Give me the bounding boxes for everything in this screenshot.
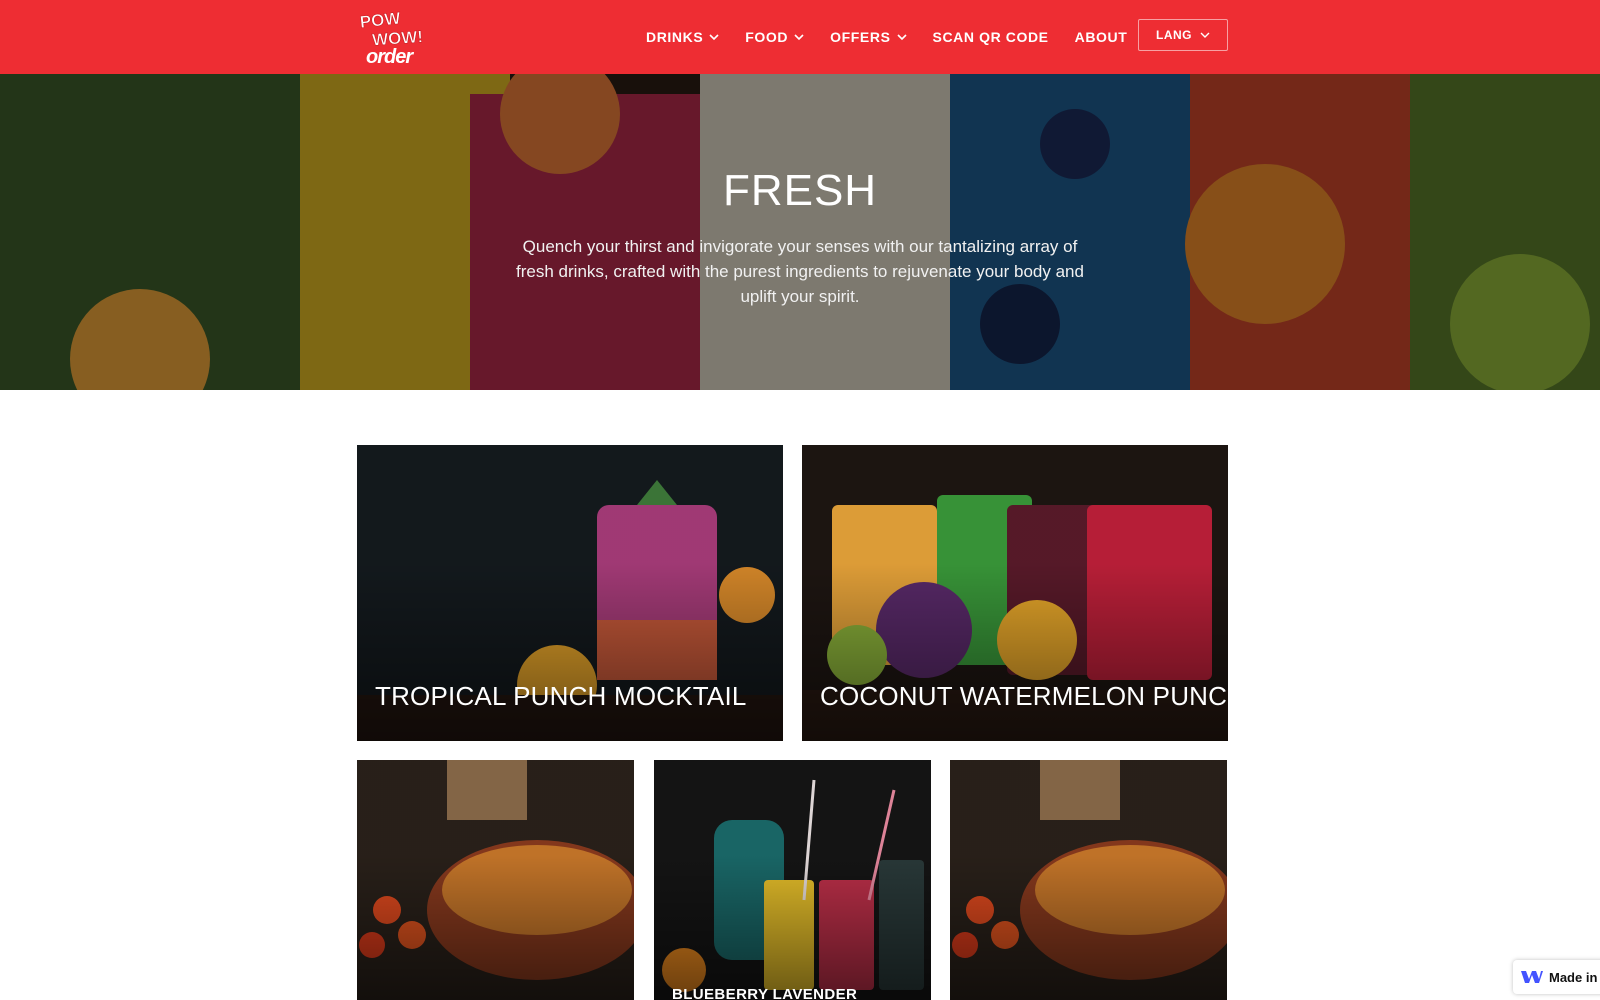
card-shade: [950, 760, 1227, 1000]
nav-scan-qr-code-label: SCAN QR CODE: [932, 29, 1049, 45]
top-navbar: POW WOW! order DRINKS FOOD OFFERS SCAN Q…: [0, 0, 1600, 74]
logo-word: order: [366, 46, 413, 68]
hero-banner: FRESH Quench your thirst and invigorate …: [0, 74, 1600, 390]
brand-logo[interactable]: POW WOW! order: [358, 8, 436, 68]
made-in-webflow-badge[interactable]: Made in: [1513, 960, 1600, 994]
hero-overlay: [0, 74, 1600, 390]
nav-drinks-label: DRINKS: [646, 29, 704, 45]
product-card-tropical-punch-mocktail[interactable]: TROPICAL PUNCH MOCKTAIL: [357, 445, 783, 741]
chevron-down-icon: [794, 32, 804, 42]
nav-drinks[interactable]: DRINKS: [646, 29, 719, 45]
chevron-down-icon: [1200, 30, 1210, 40]
product-card-coconut-watermelon-punch[interactable]: COCONUT WATERMELON PUNCH: [802, 445, 1228, 741]
card-shade: [357, 760, 634, 1000]
nav-food[interactable]: FOOD: [745, 29, 804, 45]
card-title: BLUEBERRY LAVENDER: [672, 986, 858, 1000]
nav-food-label: FOOD: [745, 29, 789, 45]
card-shade: [654, 760, 931, 1000]
chevron-down-icon: [896, 32, 907, 42]
nav-scan-qr-code[interactable]: SCAN QR CODE: [933, 29, 1049, 45]
hero-description: Quench your thirst and invigorate your s…: [516, 237, 1084, 306]
hero-title: FRESH: [722, 166, 878, 215]
nav-offers-label: OFFERS: [830, 29, 891, 45]
nav-about[interactable]: ABOUT: [1075, 29, 1128, 45]
card-title: TROPICAL PUNCH MOCKTAIL: [375, 681, 747, 711]
webflow-icon: [1521, 969, 1543, 985]
language-selector[interactable]: LANG: [1138, 19, 1228, 51]
badge-label: Made in: [1549, 969, 1598, 985]
main-nav: DRINKS FOOD OFFERS SCAN QR CODE ABOUT: [646, 0, 1153, 74]
language-selector-label: LANG: [1156, 28, 1192, 42]
product-card-5[interactable]: [950, 760, 1227, 1000]
nav-about-label: ABOUT: [1074, 29, 1128, 45]
card-title: COCONUT WATERMELON PUNCH: [820, 681, 1228, 711]
nav-offers[interactable]: OFFERS: [830, 29, 907, 45]
product-card-3[interactable]: [357, 760, 634, 1000]
chevron-down-icon: [709, 32, 719, 42]
product-card-blueberry-lavender[interactable]: BLUEBERRY LAVENDER: [654, 760, 931, 1000]
